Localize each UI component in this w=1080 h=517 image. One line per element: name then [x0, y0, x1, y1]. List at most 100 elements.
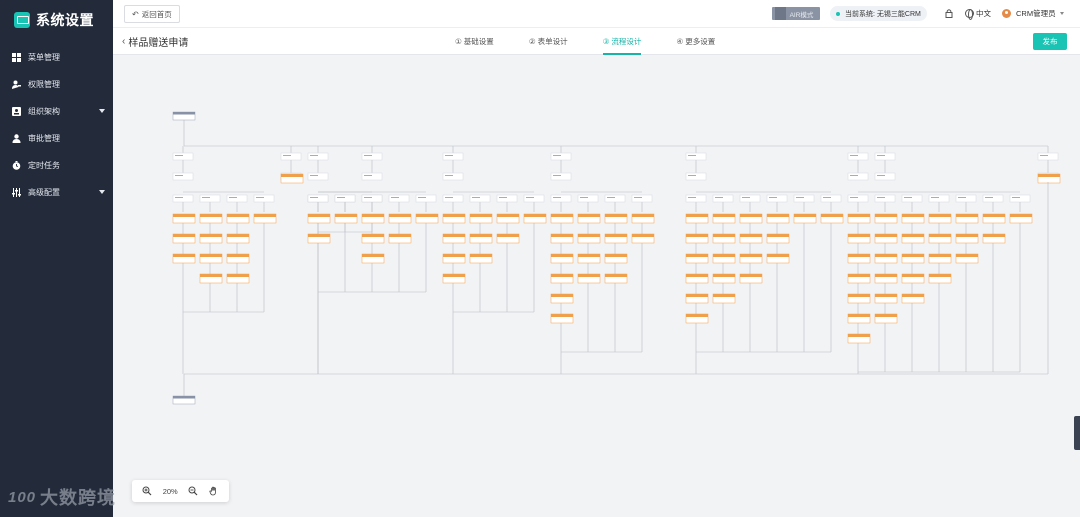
flow-node-text: [850, 175, 858, 176]
sidebar-item-scheduled-tasks[interactable]: 定时任务: [0, 152, 113, 179]
flow-node-header: [578, 274, 600, 277]
page-title: 样品赠送申请: [128, 38, 189, 49]
sidebar-item-label: 权限管理: [28, 80, 60, 89]
flow-node: [847, 172, 869, 181]
sidebar-item-advanced-config[interactable]: 高级配置: [0, 179, 113, 206]
flow-node-header: [875, 254, 897, 257]
flow-node-header: [470, 254, 492, 257]
flow-node-text: [256, 197, 264, 198]
flow-node-header: [686, 234, 708, 237]
flow-node-text: [634, 197, 642, 198]
flow-node-text: [229, 197, 237, 198]
publish-button[interactable]: 发布: [1033, 33, 1067, 50]
flow-node-text: [553, 155, 561, 156]
flow-node-text: [499, 197, 507, 198]
flow-node-header: [605, 254, 627, 257]
flow-node-header: [848, 254, 870, 257]
flow-node-header: [983, 214, 1005, 217]
watermark: 100 大数跨境: [8, 484, 116, 510]
flow-node: [226, 194, 248, 203]
form-title-back[interactable]: ‹ 样品赠送申请: [122, 34, 188, 49]
flow-node-header: [767, 214, 789, 217]
zoom-in-icon[interactable]: [142, 486, 152, 496]
flow-node: [604, 194, 626, 203]
flow-node: [307, 194, 329, 203]
flow-node-header: [902, 274, 924, 277]
flow-node-header: [902, 234, 924, 237]
grid-icon: [12, 53, 21, 62]
flow-node-header: [578, 214, 600, 217]
flow-node-header: [686, 274, 708, 277]
flow-node-header: [551, 314, 573, 317]
flow-node: [793, 194, 815, 203]
flow-node-header: [929, 214, 951, 217]
sidebar-item-menu-management[interactable]: 菜单管理: [0, 44, 113, 71]
sidebar-item-label: 定时任务: [28, 161, 60, 170]
language-switcher[interactable]: 中文: [965, 8, 991, 20]
flow-node: [523, 194, 545, 203]
flow-node: [847, 194, 869, 203]
user-menu[interactable]: CRM管理员: [1002, 8, 1064, 19]
flow-node-text: [877, 175, 885, 176]
flow-node-text: [850, 155, 858, 156]
form-header: ‹ 样品赠送申请 ① 基础设置 ② 表单设计 ③ 流程设计 ④ 更多设置 发布: [113, 28, 1080, 55]
current-system-selector[interactable]: 当前系统: 无锡三能CRM: [830, 6, 927, 21]
flow-node-text: [1012, 197, 1020, 198]
sidebar-item-organization[interactable]: 组织架构: [0, 98, 113, 125]
flow-node-text: [769, 197, 777, 198]
flow-node-text: [877, 155, 885, 156]
tab-more-settings[interactable]: ④ 更多设置: [676, 28, 715, 55]
flow-node: [442, 194, 464, 203]
flow-node-header: [740, 214, 762, 217]
process-canvas[interactable]: [113, 56, 1080, 517]
flow-node-header: [227, 274, 249, 277]
flow-node-header: [200, 254, 222, 257]
sidebar-item-approval[interactable]: 审批管理: [0, 125, 113, 152]
status-dot-icon: [836, 11, 840, 16]
clock-icon: [12, 161, 21, 170]
flow-node-header: [713, 254, 735, 257]
back-home-button[interactable]: ↶ 返回首页: [124, 5, 180, 23]
flow-node-header: [227, 214, 249, 217]
flow-node-header: [902, 214, 924, 217]
chevron-down-icon: [99, 190, 105, 194]
flow-node-header: [524, 214, 546, 217]
tab-form-design[interactable]: ② 表单设计: [529, 28, 568, 55]
monitor-logo-icon: [14, 12, 30, 28]
flow-node-header: [281, 174, 303, 177]
tab-process-design[interactable]: ③ 流程设计: [602, 28, 641, 55]
lock-icon[interactable]: [944, 8, 954, 18]
flow-node-header: [173, 254, 195, 257]
flow-node: [442, 152, 464, 161]
flow-node: [172, 152, 194, 161]
zoom-out-icon[interactable]: [188, 486, 198, 496]
tab-basic-settings[interactable]: ① 基础设置: [455, 28, 494, 55]
flow-node-header: [443, 214, 465, 217]
side-panel-handle[interactable]: [1074, 416, 1080, 450]
flow-node-header: [605, 214, 627, 217]
flow-node-text: [877, 197, 885, 198]
flow-node: [847, 152, 869, 161]
flow-node-header: [767, 234, 789, 237]
flow-node-header: [443, 274, 465, 277]
flow-node-text: [688, 155, 696, 156]
flow-diagram: [172, 111, 1061, 405]
flow-node-header: [875, 234, 897, 237]
flow-node: [955, 194, 977, 203]
flow-node-header: [740, 254, 762, 257]
sidebar-item-permissions[interactable]: 权限管理: [0, 71, 113, 98]
flow-node-header: [551, 294, 573, 297]
flow-node-header: [227, 254, 249, 257]
hand-pan-icon[interactable]: [209, 486, 219, 496]
flow-node-header: [632, 214, 654, 217]
flow-node-text: [823, 197, 831, 198]
flow-node: [874, 152, 896, 161]
undo-arrow-icon: ↶: [132, 9, 139, 19]
person-icon: [12, 134, 21, 143]
back-home-label: 返回首页: [141, 9, 172, 19]
flow-node-header: [200, 214, 222, 217]
flow-node: [550, 194, 572, 203]
flow-node-header: [1038, 174, 1060, 177]
air-mode-toggle[interactable]: AIR模式: [772, 7, 820, 20]
zoom-level: 20%: [162, 486, 178, 496]
